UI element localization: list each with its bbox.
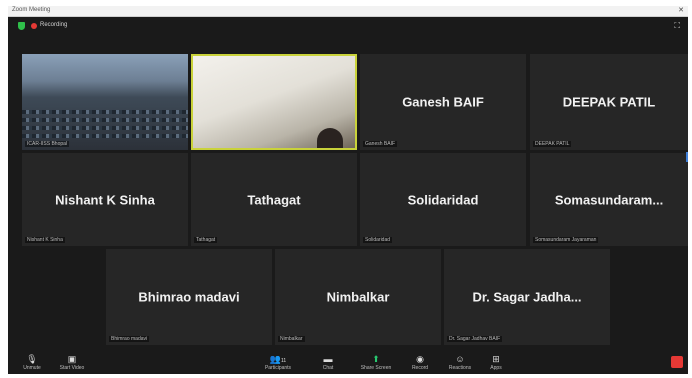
share-screen-icon: ⬆	[372, 354, 380, 364]
participant-name: Dr. Sagar Jadha...	[472, 289, 582, 305]
participant-name: Nimbalkar	[326, 289, 390, 305]
apps-button[interactable]: ⊞ Apps	[476, 353, 516, 371]
participants-button[interactable]: 👥11 Participants	[258, 353, 298, 371]
participant-name: Somasundaram...	[554, 192, 664, 207]
record-button[interactable]: ◉ Record	[400, 353, 440, 371]
participant-name: DEEPAK PATIL	[562, 94, 656, 110]
participant-tile[interactable]: Somasundaram... Somasundaram Jayaraman	[530, 153, 688, 246]
recording-dot-icon	[31, 23, 37, 29]
meeting-top-bar	[8, 16, 688, 40]
meeting-toolbar: 🎙 Unmute ▣ Start Video 👥11 Participants …	[8, 352, 688, 374]
scroll-indicator[interactable]	[686, 152, 688, 162]
participant-name: Nishant K Sinha	[55, 192, 155, 207]
participant-label: Ganesh BAIF	[363, 141, 398, 147]
participant-label: Nimbalkar	[278, 336, 305, 342]
participant-label: Nishant K Sinha	[25, 237, 65, 243]
reactions-icon: ☺	[455, 354, 465, 364]
participant-tile[interactable]: Nimbalkar Nimbalkar	[275, 249, 441, 345]
participant-tile-active-speaker[interactable]	[191, 54, 357, 150]
recording-label: Recording	[40, 22, 68, 28]
participant-label: Dr. Sagar Jadhav BAIF	[447, 336, 503, 342]
participant-tile[interactable]: Nishant K Sinha Nishant K Sinha	[22, 153, 188, 246]
share-screen-button[interactable]: ⬆ Share Screen	[356, 353, 396, 371]
participants-icon: 👥11	[269, 354, 287, 364]
zoom-window: Zoom Meeting ✕ Recording ⛶ ICAR-IISS Bho…	[8, 6, 688, 374]
end-meeting-button[interactable]	[671, 356, 683, 368]
participant-name: Ganesh BAIF	[402, 94, 484, 110]
record-icon: ◉	[416, 354, 424, 364]
participant-tile-video-hall[interactable]: ICAR-IISS Bhopal	[22, 54, 188, 150]
participant-tile[interactable]: DEEPAK PATIL DEEPAK PATIL	[530, 54, 688, 150]
reactions-button[interactable]: ☺ Reactions	[440, 353, 480, 371]
chat-icon: ▬	[323, 354, 333, 364]
participant-label: Bhimrao madavi	[109, 336, 150, 342]
participant-tile[interactable]: Ganesh BAIF Ganesh BAIF	[360, 54, 526, 150]
unmute-button[interactable]: 🎙 Unmute	[12, 353, 52, 371]
chat-button[interactable]: ▬ Chat	[308, 353, 348, 371]
microphone-muted-icon: 🎙	[26, 354, 38, 364]
participant-name: Tathagat	[247, 192, 301, 207]
participant-name: Solidaridad	[407, 192, 479, 207]
start-video-button[interactable]: ▣ Start Video	[52, 353, 92, 371]
apps-icon: ⊞	[492, 354, 500, 364]
participant-label: Somasundaram Jayaraman	[533, 237, 599, 243]
participant-tile[interactable]: Solidaridad Solidaridad	[360, 153, 526, 246]
app-title: Zoom Meeting	[12, 7, 51, 13]
participant-label: DEEPAK PATIL	[533, 141, 572, 147]
fullscreen-icon[interactable]: ⛶	[674, 21, 680, 31]
participant-tile[interactable]: Bhimrao madavi Bhimrao madavi	[106, 249, 272, 345]
participant-name: Bhimrao madavi	[138, 289, 240, 305]
participant-label: ICAR-IISS Bhopal	[25, 141, 70, 147]
participant-tile[interactable]: Dr. Sagar Jadha... Dr. Sagar Jadhav BAIF	[444, 249, 610, 345]
video-off-icon: ▣	[67, 354, 77, 364]
participant-tile[interactable]: Tathagat Tathagat	[191, 153, 357, 246]
person-silhouette	[317, 128, 343, 148]
close-icon[interactable]: ✕	[678, 6, 684, 14]
participant-label: Tathagat	[194, 237, 218, 243]
security-shield-icon[interactable]	[18, 22, 25, 30]
participant-label: Solidaridad	[363, 237, 393, 243]
